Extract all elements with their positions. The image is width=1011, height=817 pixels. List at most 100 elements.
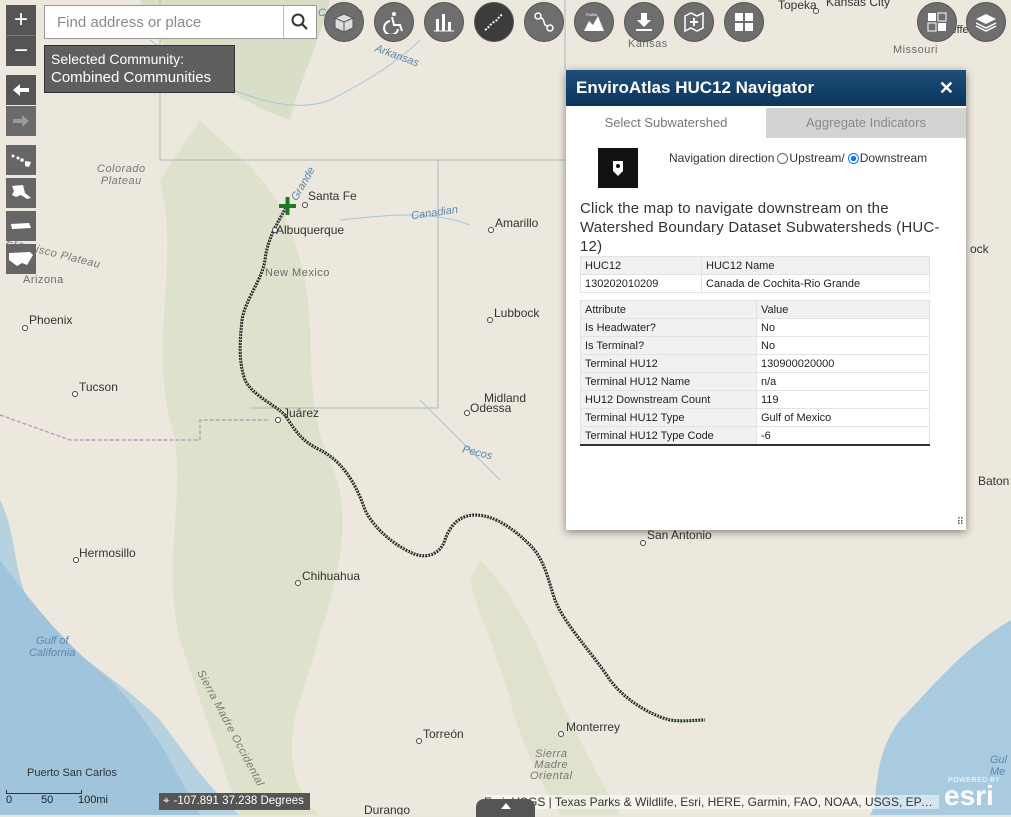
bar-chart-icon: [434, 14, 454, 32]
tool-huc12-navigator[interactable]: [474, 2, 514, 42]
huc12-navigator-panel: EnviroAtlas HUC12 Navigator ✕ Select Sub…: [566, 70, 966, 530]
coordinate-text: -107.891 37.238 Degrees: [173, 795, 304, 807]
label-santa-fe: Santa Fe: [308, 189, 357, 203]
value-header: Value: [756, 300, 930, 319]
arrow-left-icon: [13, 84, 29, 96]
table-row: Terminal HU12 130900020000: [580, 354, 930, 373]
download-icon: [636, 13, 652, 31]
crosshair-icon: ⌖: [163, 795, 170, 807]
zoom-out-button[interactable]: −: [6, 35, 36, 66]
elevation-profile-icon: Profile: [584, 12, 604, 31]
tool-layer-list[interactable]: [966, 2, 1006, 42]
coordinate-display[interactable]: ⌖ -107.891 37.238 Degrees: [159, 793, 310, 810]
tab-aggregate-indicators[interactable]: Aggregate Indicators: [766, 108, 966, 138]
tool-people-communities[interactable]: [374, 2, 414, 42]
zoom-in-button[interactable]: +: [6, 5, 36, 35]
hawaii-icon: [11, 154, 31, 167]
label-colorado-plateau: Colorado Plateau: [97, 163, 146, 187]
selected-community-box: Selected Community: Combined Communities: [44, 45, 235, 93]
label-tucson: Tucson: [79, 380, 118, 394]
value-cell: No: [756, 318, 930, 337]
value-cell: 130900020000: [756, 354, 930, 373]
usa-map-icon: [9, 252, 33, 266]
esri-logo: POWERED BY esri: [944, 774, 1004, 811]
tool-widget-grid[interactable]: [724, 2, 764, 42]
label-monterrey: Monterrey: [566, 720, 621, 734]
table-row: Terminal HU12 Name n/a: [580, 372, 930, 391]
attribute-cell: Is Terminal?: [580, 336, 757, 355]
attribute-table: Attribute Value Is Headwater? No Is Termi…: [580, 300, 930, 446]
table-row: Is Terminal? No: [580, 336, 930, 355]
table-row: Is Headwater? No: [580, 318, 930, 337]
tool-elevation-profile[interactable]: Profile: [574, 2, 614, 42]
basemap-grid-icon: [927, 12, 947, 32]
huc12-name-value: Canada de Cochita-Rio Grande: [701, 274, 930, 293]
navigation-direction: Navigation direction Upstream/ Downstrea…: [669, 151, 927, 165]
tool-data-catalog[interactable]: [324, 2, 364, 42]
add-data-map-icon: [684, 11, 704, 33]
previous-extent-button[interactable]: [6, 75, 36, 105]
community-label: Selected Community:: [51, 51, 185, 67]
attribute-cell: Is Headwater?: [580, 318, 757, 337]
close-icon[interactable]: ✕: [939, 70, 954, 106]
huc12-table: HUC12 HUC12 Name 130202010209 Canada de …: [580, 256, 930, 293]
downstream-radio[interactable]: [847, 152, 859, 164]
tool-charts[interactable]: [424, 2, 464, 42]
flow-path-icon: [534, 12, 554, 32]
bottom-panel-toggle[interactable]: [476, 799, 535, 817]
upstream-radio[interactable]: [777, 152, 789, 164]
accessibility-icon: [383, 12, 403, 34]
label-gulf-of-california: Gulf of California: [29, 635, 76, 659]
huc12-value: 130202010209: [580, 274, 702, 293]
search-button[interactable]: [283, 6, 316, 38]
attribute-cell: Terminal HU12 Type Code: [580, 426, 757, 446]
search-icon: [291, 13, 308, 30]
alaska-extent-button[interactable]: [6, 178, 36, 208]
svg-text:Profile: Profile: [586, 12, 598, 17]
label-baton: Baton: [978, 474, 1010, 488]
tool-basemap-gallery[interactable]: [917, 2, 957, 42]
huc12-name-header: HUC12 Name: [701, 256, 930, 275]
value-cell: n/a: [756, 372, 930, 391]
downstream-label: Downstream: [859, 151, 928, 165]
tool-add-data[interactable]: [674, 2, 714, 42]
panel-title: EnviroAtlas HUC12 Navigator: [576, 78, 815, 97]
label-sierra-madre-oriental: Sierra Madre Oriental: [530, 748, 573, 782]
map-pin-button[interactable]: [598, 148, 638, 188]
label-torreon: Torreón: [423, 727, 464, 741]
data-box-icon: [334, 13, 354, 33]
label-topeka: Topeka: [778, 0, 817, 12]
community-value: Combined Communities: [51, 69, 212, 86]
label-rock: ock: [970, 242, 989, 256]
search-box: [44, 5, 317, 39]
map-attribution[interactable]: Esri, USGS | Texas Parks & Wildlife, Esr…: [484, 795, 939, 809]
label-chihuahua: Chihuahua: [302, 569, 361, 583]
attribute-cell: Terminal HU12 Type: [580, 408, 757, 427]
map-pin-icon: [613, 161, 623, 176]
label-juarez: Juárez: [283, 406, 320, 420]
conus-extent-button[interactable]: [6, 244, 36, 274]
navigation-direction-label: Navigation direction: [669, 151, 775, 165]
search-input[interactable]: [45, 6, 283, 38]
alaska-icon: [12, 185, 31, 199]
river-navigator-icon: [484, 13, 504, 31]
label-durango: Durango: [364, 803, 411, 815]
resize-handle-icon[interactable]: ⠿: [957, 517, 964, 528]
puerto-rico-icon: [11, 223, 31, 229]
esri-logo-text: esri: [944, 780, 994, 811]
tool-raindrop[interactable]: [524, 2, 564, 42]
attribute-cell: HU12 Downstream Count: [580, 390, 757, 409]
tab-select-subwatershed[interactable]: Select Subwatershed: [566, 108, 766, 138]
hawaii-extent-button[interactable]: [6, 145, 36, 175]
label-kansas-city: Kansas City: [826, 0, 891, 9]
label-odessa: Odessa: [470, 401, 512, 415]
scale-label-0: 0: [6, 794, 13, 806]
next-extent-button[interactable]: [6, 106, 36, 136]
puerto-rico-extent-button[interactable]: [6, 211, 36, 241]
instruction-text: Click the map to navigate downstream on …: [580, 200, 940, 255]
tool-download[interactable]: [624, 2, 664, 42]
huc12-header: HUC12: [580, 256, 702, 275]
grid-icon: [735, 13, 753, 31]
label-albuquerque: Albuquerque: [276, 223, 345, 237]
panel-tabs: Select Subwatershed Aggregate Indicators: [566, 108, 966, 140]
